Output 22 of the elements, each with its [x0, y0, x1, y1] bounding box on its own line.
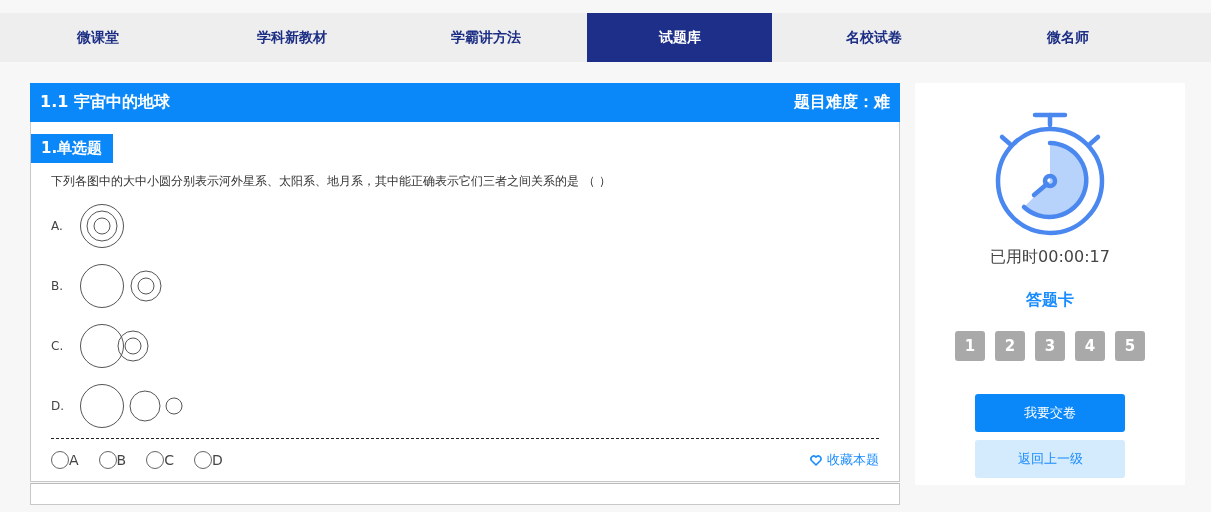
question-type-label: 1.单选题 [31, 134, 114, 163]
heart-icon [810, 454, 822, 466]
option-label: D. [51, 399, 66, 413]
elapsed-time: 已用时00:00:17 [990, 247, 1110, 268]
nav-tab[interactable]: 学霸讲方法 [389, 13, 583, 62]
option-label: B. [51, 279, 65, 293]
nav-tab[interactable]: 微名师 [971, 13, 1165, 62]
favorite-link[interactable]: 收藏本题 [810, 451, 879, 469]
nav-tab[interactable]: 名校试卷 [777, 13, 971, 62]
nav-tab[interactable]: 微课堂 [1, 13, 195, 62]
section-title: 1.1 宇宙中的地球 [40, 92, 170, 113]
nav-tab[interactable]: 学科新教材 [195, 13, 389, 62]
circle-diagram [79, 203, 125, 249]
difficulty-label: 题目难度：难 [794, 92, 890, 113]
stopwatch-icon [994, 111, 1106, 237]
answer-card-title: 答题卡 [1026, 290, 1074, 311]
nav-tab[interactable]: 试题库 [587, 13, 772, 62]
question-text: 下列各图中的大中小圆分别表示河外星系、太阳系、地月系，其中能正确表示它们三者之间关系的是 （ ） [51, 173, 612, 190]
option-label: A. [51, 219, 64, 233]
circle-diagram [79, 323, 151, 369]
submit-button[interactable]: 我要交卷 [975, 394, 1125, 432]
option-label: C. [51, 339, 65, 353]
